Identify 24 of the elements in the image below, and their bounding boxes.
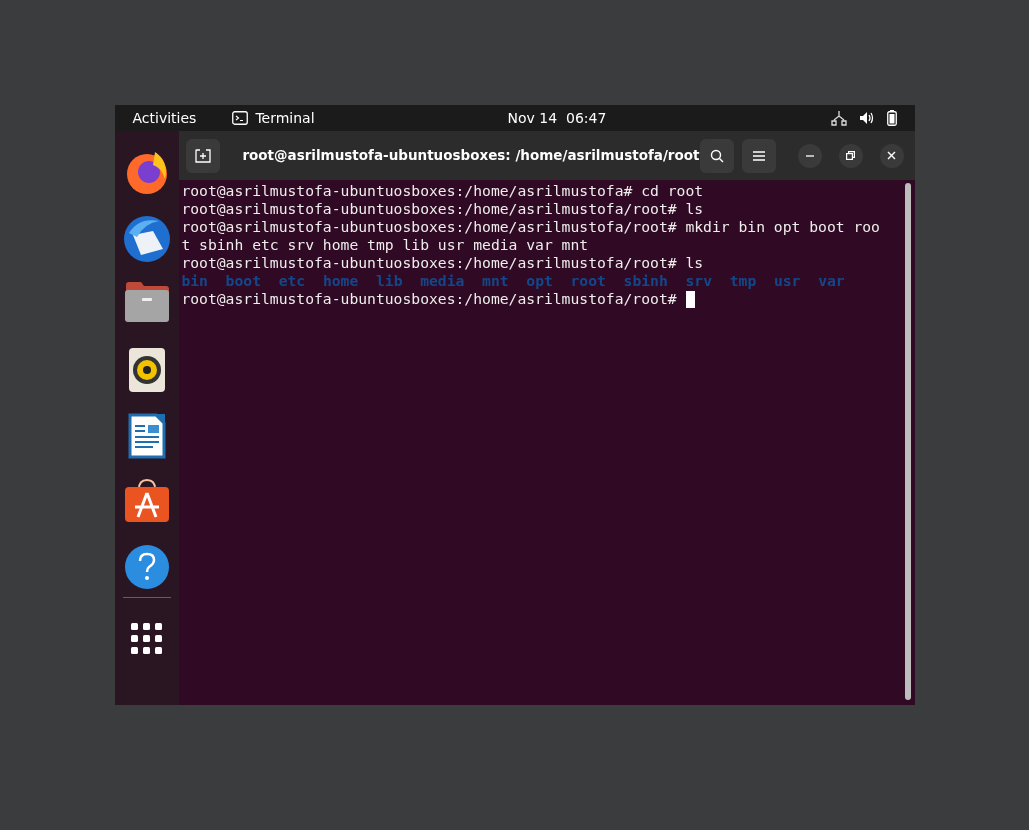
directory-name: lib xyxy=(375,272,403,290)
directory-name: opt xyxy=(526,272,553,290)
clock[interactable]: Nov 14 06:47 xyxy=(507,107,607,129)
directory-name: srv xyxy=(685,272,712,290)
directory-name: tmp xyxy=(729,272,757,290)
terminal-line: root@asrilmustofa-ubuntuosboxes:/home/asrilmustofa/root# mkdir bin opt boot roo xyxy=(181,218,880,236)
directory-name: bin xyxy=(181,272,208,290)
directory-name: var xyxy=(818,272,845,290)
terminal-line: root@asrilmustofa-ubuntuosboxes:/home/asrilmustofa# cd root xyxy=(181,182,704,200)
directory-name: etc xyxy=(278,272,306,290)
directory-name: sbinh xyxy=(623,272,668,290)
directory-name: boot xyxy=(225,272,261,290)
activities-button[interactable]: Activities xyxy=(132,107,197,129)
directory-name: home xyxy=(322,272,359,290)
directory-name: root xyxy=(570,272,606,290)
directory-name: usr xyxy=(773,272,801,290)
terminal-line: t sbinh etc srv home tmp lib usr media var mnt xyxy=(181,236,589,254)
terminal-line: root@asrilmustofa-ubuntuosboxes:/home/asrilmustofa/root# ls xyxy=(181,254,704,272)
terminal-prompt: root@asrilmustofa-ubuntuosboxes:/home/asrilmustofa/root# xyxy=(181,290,677,308)
window-title: root@asrilmustofa-ubuntuosboxes: /home/asrilmustofa/root xyxy=(242,146,700,166)
terminal-line: root@asrilmustofa-ubuntuosboxes:/home/asrilmustofa/root# ls xyxy=(181,200,704,218)
directory-name: mnt xyxy=(482,272,509,290)
directory-name: media xyxy=(420,272,465,290)
app-name[interactable]: Terminal xyxy=(255,107,315,129)
